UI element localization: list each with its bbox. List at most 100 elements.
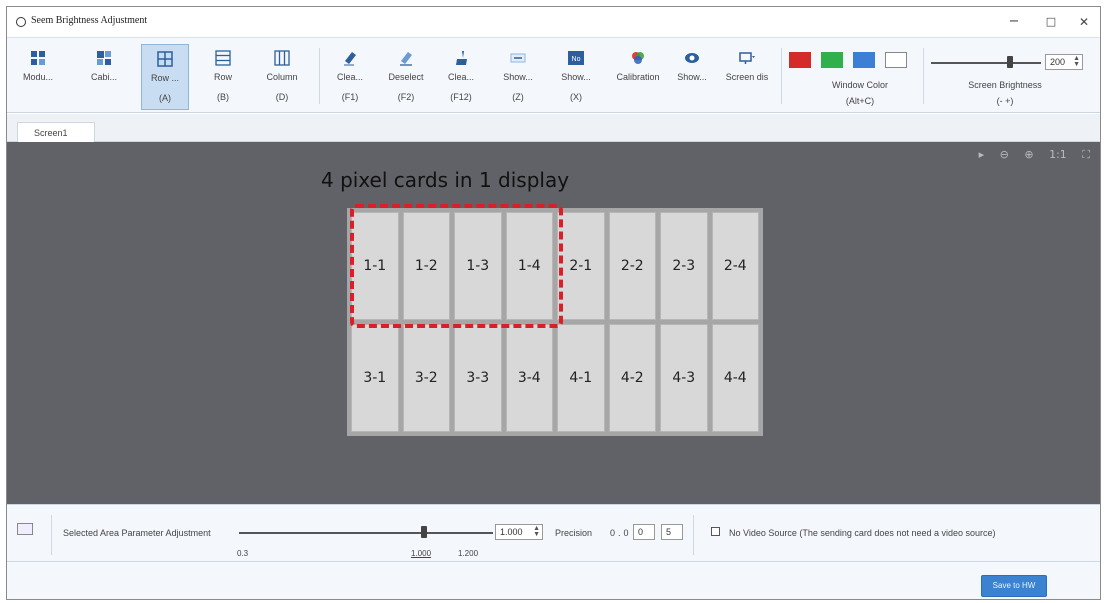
window-color-shortcut: (Alt+C) (845, 96, 875, 106)
show-x-button[interactable]: No Show... (X) (555, 38, 597, 114)
calibration-button[interactable]: Calibration (607, 38, 669, 114)
screen-display-button[interactable]: Screen dis (719, 38, 775, 114)
show-eye-label: Show... (677, 72, 707, 82)
window-color-label: Window Color (831, 80, 889, 90)
pixel-card[interactable]: 4-2 (608, 324, 656, 432)
row-grid-icon (157, 51, 173, 67)
screen-canvas[interactable]: ▸ ⊖ ⊕ 1:1 ⛶ 4 pixel cards in 1 display 1… (7, 142, 1100, 504)
pixel-card[interactable]: 1-4 (505, 212, 553, 320)
color-swatch-red[interactable] (789, 52, 811, 68)
cabinet-label: Cabi... (90, 72, 117, 82)
clear-all-shortcut: (F12) (450, 92, 472, 102)
annotation-caption: 4 pixel cards in 1 display (321, 168, 570, 192)
adjustment-label: Selected Area Parameter Adjustment (63, 528, 211, 538)
pixel-card[interactable]: 1-3 (454, 212, 502, 320)
broom-icon (456, 51, 467, 65)
column-icon (274, 50, 290, 66)
svg-text:No: No (572, 56, 581, 63)
brightness-value-input[interactable]: 200 ▲ ▼ (1045, 54, 1083, 70)
zoom-in-icon[interactable]: ⊕ (1024, 148, 1033, 161)
fit-screen-icon[interactable]: ⛶ (1082, 148, 1090, 161)
slider-max-label: 1.200 (458, 549, 479, 558)
pixel-card[interactable]: 2-3 (660, 212, 708, 320)
eraser-icon (344, 52, 356, 66)
show-eye-button[interactable]: Show... (671, 38, 713, 114)
precision-static: 0.0 (610, 528, 632, 538)
clear-all-button[interactable]: Clea... (F12) (441, 38, 481, 114)
adjustment-value-input[interactable]: 1.000 ▲ ▼ (495, 524, 543, 540)
actual-size-icon[interactable]: 1:1 (1049, 148, 1067, 161)
panel-screen-icon (17, 523, 33, 535)
pixel-card[interactable]: 3-1 (351, 324, 399, 432)
app-window: Seem Brightness Adjustment − □ ✕ Modu...… (6, 6, 1101, 600)
panel-divider (693, 515, 694, 555)
brightness-value: 200 (1050, 57, 1066, 67)
color-swatch-blue[interactable] (853, 52, 875, 68)
adjustment-panel: Selected Area Parameter Adjustment 0.3 1… (7, 504, 1100, 599)
clear-label: Clea... (336, 72, 363, 82)
pixel-card[interactable]: 4-3 (660, 324, 708, 432)
pixel-card[interactable]: 3-2 (402, 324, 450, 432)
brightness-slider-thumb[interactable] (1007, 56, 1013, 68)
row-grid-button[interactable]: Row ... (A) (141, 44, 189, 110)
adjustment-slider-track[interactable] (239, 532, 493, 534)
precision-label: Precision (555, 528, 593, 538)
no-icon: No (568, 51, 584, 65)
brightness-slider-track[interactable] (931, 62, 1041, 64)
slider-min-label: 0.3 (237, 549, 249, 558)
screen-brightness-label: Screen Brightness (968, 80, 1042, 90)
panel-divider (51, 515, 52, 555)
show-z-label: Show... (503, 72, 533, 82)
no-video-source-label: No Video Source (The sending card does n… (729, 528, 996, 538)
pixel-card[interactable]: 1-2 (402, 212, 450, 320)
screen-tabs: Screen1 (7, 114, 1100, 143)
pixel-card[interactable]: 4-1 (557, 324, 605, 432)
expand-arrow-icon[interactable]: ▸ (979, 148, 985, 161)
maximize-button[interactable]: □ (1041, 13, 1061, 31)
show-x-label: Show... (561, 72, 591, 82)
spinner-arrows-icon[interactable]: ▲ ▼ (1073, 55, 1080, 68)
slider-mid-label: 1.000 (411, 549, 432, 558)
cabinet-button[interactable]: Cabi... (83, 38, 125, 114)
module-icon (31, 51, 45, 65)
save-to-hw-button[interactable]: Save to HW (981, 575, 1047, 597)
spinner-arrows-icon[interactable]: ▲ ▼ (533, 525, 540, 538)
calibration-label: Calibration (616, 72, 660, 82)
no-video-source-checkbox[interactable] (711, 527, 720, 536)
column-shortcut: (D) (275, 92, 289, 102)
tab-screen1[interactable]: Screen1 (17, 122, 95, 143)
module-button[interactable]: Modu... (17, 38, 59, 114)
pixel-card[interactable]: 1-1 (351, 212, 399, 320)
app-logo-icon (16, 17, 26, 27)
pixel-card[interactable]: 3-4 (505, 324, 553, 432)
view-toolbar: ▸ ⊖ ⊕ 1:1 ⛶ (967, 148, 1090, 164)
cabinet-icon (97, 51, 111, 65)
column-button[interactable]: Column (D) (259, 38, 305, 114)
screen-display-label: Screen dis (725, 72, 769, 82)
pixel-card[interactable]: 2-2 (608, 212, 656, 320)
row-button[interactable]: Row (B) (203, 38, 243, 114)
pixel-card[interactable]: 3-3 (454, 324, 502, 432)
panel-divider (7, 561, 1100, 562)
precision-input-2[interactable]: 5 (661, 524, 683, 540)
pixel-card[interactable]: 4-4 (711, 324, 759, 432)
precision-input-1[interactable]: 0 (633, 524, 655, 540)
pixel-card-grid: 1-1 1-2 1-3 1-4 2-1 2-2 2-3 2-4 3-1 3-2 … (347, 208, 763, 436)
adjustment-slider-thumb[interactable] (421, 526, 427, 538)
toolbar: Modu... Cabi... Row ... (A) Row (B) Colu… (7, 37, 1100, 113)
show-x-shortcut: (X) (570, 92, 582, 102)
clear-all-label: Clea... (447, 72, 474, 82)
row-shortcut: (B) (217, 92, 229, 102)
clear-button[interactable]: Clea... (F1) (331, 38, 369, 114)
pixel-card[interactable]: 2-4 (711, 212, 759, 320)
deselect-button[interactable]: Deselect (F2) (383, 38, 429, 114)
minimize-button[interactable]: − (1004, 13, 1024, 31)
color-swatch-green[interactable] (821, 52, 843, 68)
show-z-button[interactable]: Show... (Z) (497, 38, 539, 114)
close-button[interactable]: ✕ (1074, 13, 1094, 31)
screen-brightness-shortcut: (- +) (996, 96, 1014, 106)
zoom-out-icon[interactable]: ⊖ (1000, 148, 1009, 161)
pixel-card[interactable]: 2-1 (557, 212, 605, 320)
color-swatch-white[interactable] (885, 52, 907, 68)
calibration-icon (632, 52, 644, 64)
